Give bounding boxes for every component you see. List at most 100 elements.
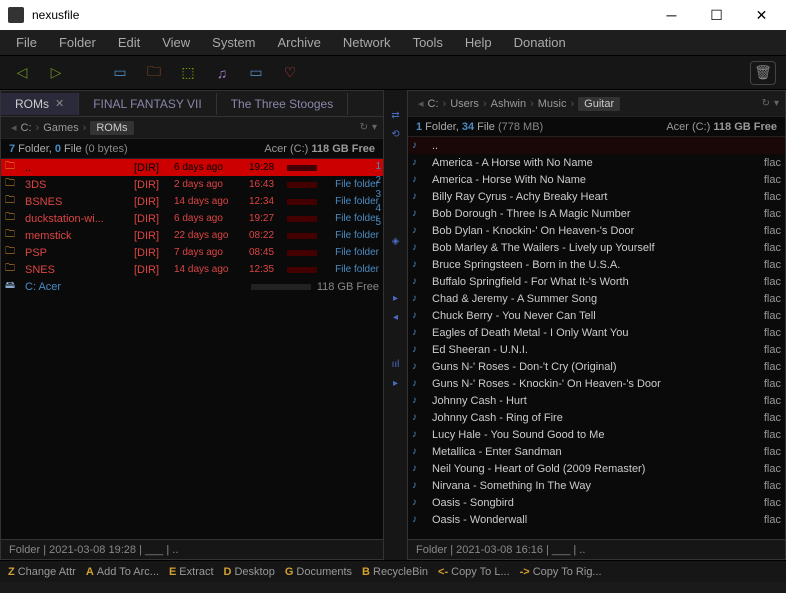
music-icon: ♪: [412, 497, 428, 508]
camera-icon[interactable]: ⬚: [176, 62, 200, 84]
table-row[interactable]: 🗀 SNES [DIR] 14 days ago 12:35 File fold…: [1, 261, 383, 278]
sync-icon[interactable]: ⟲: [391, 129, 399, 140]
forward-icon[interactable]: ▷: [44, 62, 68, 84]
table-row[interactable]: ♪ Chuck Berry - You Never Can Tell flac: [408, 307, 785, 324]
app-icon: [8, 7, 24, 23]
table-row[interactable]: ♪ Guns N-' Roses - Don-'t Cry (Original)…: [408, 358, 785, 375]
table-row[interactable]: ♪ Metallica - Enter Sandman flac: [408, 443, 785, 460]
table-row[interactable]: ♪ Bob Marley & The Wailers - Lively up Y…: [408, 239, 785, 256]
left-summary: 7 Folder, 0 File (0 bytes) Acer (C:) 118…: [1, 139, 383, 159]
toolbar: ◁ ▷ ▭ 🗀 ⬚ ♫ ▭ ♡ 🗑: [0, 56, 786, 90]
folder-icon[interactable]: 🗀: [142, 62, 166, 84]
tab-roms[interactable]: ROMs✕: [1, 93, 79, 115]
bottom-action[interactable]: BRecycleBin: [358, 564, 432, 580]
table-row[interactable]: 🗀 3DS [DIR] 2 days ago 16:43 File folder: [1, 176, 383, 193]
bottom-action[interactable]: ZChange Attr: [4, 564, 80, 580]
right-pane: ◂ C:› Users› Ashwin› Music› Guitar ↻▾ 1 …: [407, 90, 786, 560]
heart-icon[interactable]: ♡: [278, 62, 302, 84]
drive-icon: 🖴: [5, 278, 21, 295]
left-breadcrumb[interactable]: ◂ C:› Games› ROMs ↻▾: [1, 117, 383, 139]
refresh-icon[interactable]: ↻: [762, 98, 770, 109]
folder-icon: 🗀: [5, 159, 21, 176]
menu-help[interactable]: Help: [455, 32, 502, 53]
table-row[interactable]: ♪ Eagles of Death Metal - I Only Want Yo…: [408, 324, 785, 341]
bottom-action[interactable]: DDesktop: [220, 564, 279, 580]
menu-archive[interactable]: Archive: [268, 32, 331, 53]
table-row[interactable]: ♪ Lucy Hale - You Sound Good to Me flac: [408, 426, 785, 443]
table-row[interactable]: ♪ Chad & Jeremy - A Summer Song flac: [408, 290, 785, 307]
table-row[interactable]: ♪ Johnny Cash - Hurt flac: [408, 392, 785, 409]
right-summary: 1 Folder, 34 File (778 MB) Acer (C:) 118…: [408, 117, 785, 137]
folder-icon: 🗀: [5, 193, 21, 210]
table-row[interactable]: ♪ Nirvana - Something In The Way flac: [408, 477, 785, 494]
tab-ff7[interactable]: FINAL FANTASY VII: [79, 93, 216, 115]
table-row[interactable]: ♪ Buffalo Springfield - For What It-'s W…: [408, 273, 785, 290]
right-breadcrumb[interactable]: ◂ C:› Users› Ashwin› Music› Guitar ↻▾: [408, 91, 785, 117]
table-row[interactable]: ♪ Billy Ray Cyrus - Achy Breaky Heart fl…: [408, 188, 785, 205]
close-icon[interactable]: ✕: [55, 97, 64, 110]
table-row[interactable]: ♪ Oasis - Songbird flac: [408, 494, 785, 511]
right-status: Folder | 2021-03-08 16:16 | ___ | ..: [408, 539, 785, 559]
folder-icon: 🗀: [5, 227, 21, 244]
left-filelist[interactable]: 12345 🗀 .. [DIR] 6 days ago 19:28 🗀 3DS …: [1, 159, 383, 539]
drive-row[interactable]: 🖴C: Acer118 GB Free: [1, 278, 383, 295]
menu-donation[interactable]: Donation: [504, 32, 576, 53]
music-icon: ♪: [412, 463, 428, 474]
music-icon: ♪: [412, 242, 428, 253]
table-row[interactable]: ♪ Neil Young - Heart of Gold (2009 Remas…: [408, 460, 785, 477]
bottom-action[interactable]: ->Copy To Rig...: [516, 564, 606, 580]
music-icon: ♪: [412, 276, 428, 287]
caret-icon[interactable]: ▸: [393, 378, 398, 389]
music-icon[interactable]: ♫: [210, 62, 234, 84]
bottom-action[interactable]: <-Copy To L...: [434, 564, 514, 580]
table-row[interactable]: ♪ Bob Dylan - Knockin-' On Heaven-'s Doo…: [408, 222, 785, 239]
table-row[interactable]: ♪ Bruce Springsteen - Born in the U.S.A.…: [408, 256, 785, 273]
music-icon: ♪: [412, 293, 428, 304]
menu-folder[interactable]: Folder: [49, 32, 106, 53]
table-row[interactable]: ♪ Guns N-' Roses - Knockin-' On Heaven-'…: [408, 375, 785, 392]
table-row[interactable]: ♪ Bob Dorough - Three Is A Magic Number …: [408, 205, 785, 222]
table-row[interactable]: ♪ America - A Horse with No Name flac: [408, 154, 785, 171]
table-row[interactable]: ♪ Johnny Cash - Ring of Fire flac: [408, 409, 785, 426]
right-icon[interactable]: ▸: [393, 293, 398, 304]
menu-view[interactable]: View: [152, 32, 200, 53]
right-filelist[interactable]: ♪ .. ♪ America - A Horse with No Name fl…: [408, 137, 785, 539]
left-icon[interactable]: ◂: [393, 312, 398, 323]
menu-tools[interactable]: Tools: [403, 32, 453, 53]
minimize-button[interactable]: ─: [649, 0, 694, 30]
chevron-down-icon[interactable]: ▾: [774, 98, 779, 109]
menu-file[interactable]: File: [6, 32, 47, 53]
bottom-action[interactable]: GDocuments: [281, 564, 356, 580]
swap-icon[interactable]: ⇄: [391, 110, 399, 121]
close-button[interactable]: ✕: [739, 0, 784, 30]
tab-stooges[interactable]: The Three Stooges: [217, 93, 349, 115]
table-row[interactable]: ♪ ..: [408, 137, 785, 154]
back-icon[interactable]: ◁: [10, 62, 34, 84]
table-row[interactable]: 🗀 memstick [DIR] 22 days ago 08:22 File …: [1, 227, 383, 244]
table-row[interactable]: ♪ America - Horse With No Name flac: [408, 171, 785, 188]
bottom-action[interactable]: AAdd To Arc...: [82, 564, 163, 580]
table-row[interactable]: 🗀 PSP [DIR] 7 days ago 08:45 File folder: [1, 244, 383, 261]
table-row[interactable]: 🗀 .. [DIR] 6 days ago 19:28: [1, 159, 383, 176]
menu-system[interactable]: System: [202, 32, 265, 53]
device-icon[interactable]: ▭: [244, 62, 268, 84]
diamond-icon[interactable]: ◈: [392, 236, 400, 247]
bottom-action[interactable]: EExtract: [165, 564, 218, 580]
music-icon: ♪: [412, 378, 428, 389]
table-row[interactable]: ♪ Ed Sheeran - U.N.I. flac: [408, 341, 785, 358]
maximize-button[interactable]: ☐: [694, 0, 739, 30]
table-row[interactable]: 🗀 BSNES [DIR] 14 days ago 12:34 File fol…: [1, 193, 383, 210]
bars-icon[interactable]: ııl: [392, 359, 400, 370]
menu-edit[interactable]: Edit: [108, 32, 150, 53]
chevron-down-icon[interactable]: ▾: [372, 122, 377, 133]
music-icon: ♪: [412, 361, 428, 372]
middle-toolbar: ⇄ ⟲ ◈ ▸ ◂ ııl ▸: [384, 90, 407, 560]
table-row[interactable]: ♪ Oasis - Wonderwall flac: [408, 511, 785, 528]
window-icon[interactable]: ▭: [108, 62, 132, 84]
music-icon: ♪: [412, 310, 428, 321]
menu-network[interactable]: Network: [333, 32, 401, 53]
refresh-icon[interactable]: ↻: [360, 122, 368, 133]
trash-icon[interactable]: 🗑: [750, 61, 776, 85]
music-icon: ♪: [412, 480, 428, 491]
table-row[interactable]: 🗀 duckstation-wi... [DIR] 6 days ago 19:…: [1, 210, 383, 227]
